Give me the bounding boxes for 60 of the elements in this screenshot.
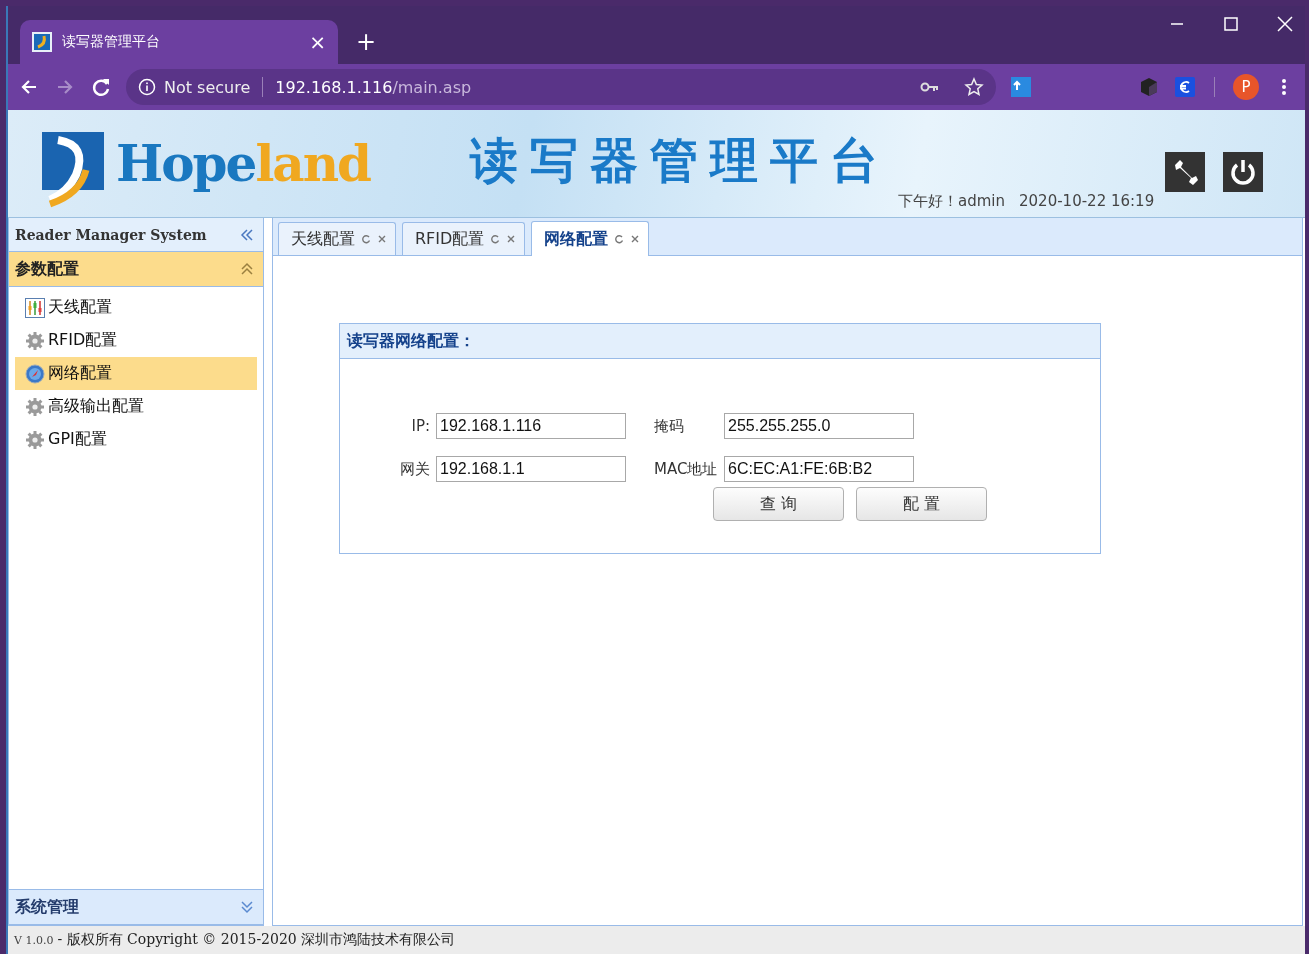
sidebar-title: Reader Manager System [15, 226, 207, 243]
power-icon [1228, 157, 1258, 187]
expand-icon[interactable] [239, 899, 255, 915]
input-field[interactable]: 192.168.1.1 [436, 456, 626, 482]
tab-close-button[interactable]: × [309, 30, 326, 54]
panel-title: 读写器网络配置： [340, 324, 1100, 359]
field-label: MAC地址 [653, 459, 719, 479]
refresh-icon[interactable] [490, 234, 501, 244]
sidebar-item[interactable]: RFID配置 [15, 324, 257, 357]
input-field[interactable]: 192.168.1.116 [436, 413, 626, 439]
url-path: /main.asp [392, 77, 472, 97]
security-label: Not secure [164, 77, 251, 97]
tab[interactable]: 天线配置 [278, 222, 396, 255]
maximize-icon[interactable] [1221, 14, 1241, 34]
sidebar-group[interactable]: 系统管理 [9, 889, 263, 925]
collapse-icon[interactable] [239, 261, 255, 277]
info-icon [138, 78, 156, 96]
tab-title: 读写器管理平台 [62, 33, 161, 51]
url-host: 192.168.1.116 [275, 77, 393, 97]
euro-icon[interactable] [1174, 76, 1196, 98]
gear-icon [25, 429, 45, 450]
gear-icon [25, 396, 45, 417]
profile-avatar[interactable]: P [1233, 74, 1259, 100]
greeting: 下午好！admin [898, 192, 1005, 211]
favicon-icon [32, 32, 52, 52]
globe-icon [25, 363, 45, 384]
chart-icon [25, 297, 45, 318]
copyright-text: - 版权所有 Copyright © 2015-2020 深圳市鸿陆技术有限公司 [57, 931, 456, 949]
logout-button[interactable] [1223, 152, 1263, 192]
star-icon[interactable] [964, 77, 984, 97]
tab[interactable]: RFID配置 [402, 222, 526, 255]
collapse-sidebar-icon[interactable] [239, 226, 255, 243]
settings-button[interactable] [1165, 152, 1205, 192]
refresh-icon[interactable] [614, 234, 625, 244]
gear-icon [25, 330, 45, 351]
field-label: 网关 [399, 459, 431, 479]
sidebar-item[interactable]: 网络配置 [15, 357, 257, 390]
page-title: 读写器管理平台 [470, 136, 891, 184]
input-field[interactable]: 6C:EC:A1:FE:6B:B2 [724, 456, 914, 482]
action-button[interactable]: 查 询 [713, 487, 844, 521]
new-tab-button[interactable]: + [356, 28, 377, 56]
address-bar[interactable]: Not secure 192.168.1.116/main.asp [126, 69, 996, 105]
field-label: 掩码 [653, 416, 685, 436]
action-button[interactable]: 配 置 [856, 487, 987, 521]
key-icon[interactable] [920, 80, 940, 94]
input-field[interactable]: 255.255.255.0 [724, 413, 914, 439]
close-icon[interactable] [1275, 14, 1295, 34]
sidebar-item[interactable]: 高级输出配置 [15, 390, 257, 423]
datetime: 2020-10-22 16:19 [1019, 192, 1155, 211]
logo-wordmark: Hopeland [116, 134, 371, 193]
browser-tab[interactable]: 读写器管理平台 × [20, 20, 338, 64]
reload-icon[interactable] [90, 76, 112, 98]
field-label: IP: [410, 417, 431, 435]
tab[interactable]: 网络配置 [531, 221, 650, 256]
version-label: V 1.0.0 [14, 933, 54, 947]
refresh-icon[interactable] [361, 234, 371, 244]
sidebar-group[interactable]: 参数配置 [9, 252, 263, 287]
sidebar-item[interactable]: GPI配置 [15, 423, 257, 456]
extension-icon[interactable] [1010, 76, 1032, 98]
sidebar-item[interactable]: 天线配置 [15, 291, 257, 324]
